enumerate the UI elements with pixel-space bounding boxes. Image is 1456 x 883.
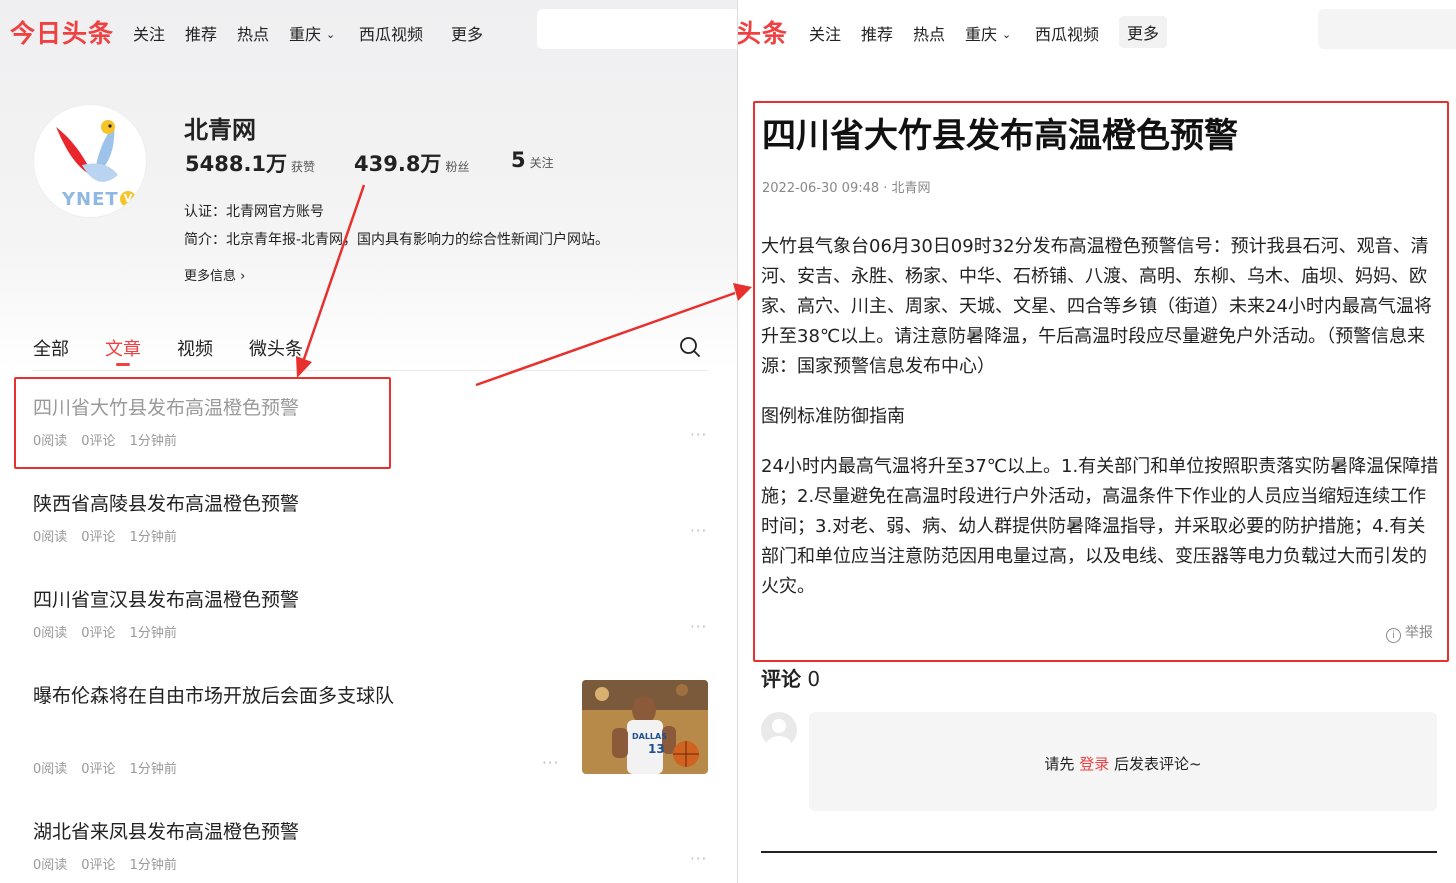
nav-xigua[interactable]: 西瓜视频 bbox=[1035, 21, 1099, 45]
nav-city[interactable]: 重庆 ⌄ bbox=[965, 21, 1011, 45]
toutiao-logo[interactable]: 今日头条 bbox=[10, 14, 114, 50]
article-title[interactable]: 四川省宣汉县发布高温橙色预警 bbox=[33, 585, 299, 612]
article-title[interactable]: 陕西省高陵县发布高温橙色预警 bbox=[33, 489, 299, 516]
prompt-before: 请先 bbox=[1044, 755, 1075, 773]
article-meta: 0阅读 0评论 1分钟前 bbox=[33, 758, 191, 777]
article-item-5[interactable]: 湖北省来凤县发布高温橙色预警 bbox=[33, 817, 299, 844]
publish-time: 1分钟前 bbox=[129, 762, 177, 777]
basketball-player-image bbox=[582, 680, 708, 774]
read-count: 0阅读 bbox=[33, 858, 68, 873]
following-count: 5 bbox=[511, 148, 526, 172]
tab-videos[interactable]: 视频 bbox=[177, 335, 213, 361]
nav-follow[interactable]: 关注 bbox=[133, 21, 165, 45]
nav-hot[interactable]: 热点 bbox=[237, 21, 269, 45]
comment-label: 评论 bbox=[761, 667, 801, 691]
verified-badge-icon: V bbox=[120, 191, 136, 207]
search-icon[interactable] bbox=[679, 336, 701, 358]
following-stat[interactable]: 5 关注 bbox=[511, 148, 554, 172]
search-input[interactable] bbox=[537, 9, 737, 49]
comment-input[interactable]: 请先 登录 后发表评论~ bbox=[809, 712, 1437, 811]
nav-city[interactable]: 重庆 ⌄ bbox=[289, 21, 335, 45]
nav-city-label: 重庆 bbox=[289, 25, 322, 44]
nav-hot[interactable]: 热点 bbox=[913, 21, 945, 45]
certification: 认证：北青网官方账号 bbox=[184, 204, 324, 220]
article-item-2[interactable]: 陕西省高陵县发布高温橙色预警 bbox=[33, 489, 299, 516]
chevron-down-icon: ⌄ bbox=[1002, 28, 1012, 41]
likes-count: 5488.1万 bbox=[185, 152, 288, 176]
comment-count: 0评论 bbox=[81, 530, 116, 545]
article-meta: 0阅读 0评论 1分钟前 bbox=[33, 622, 191, 641]
toutiao-logo-partial[interactable]: 头条 bbox=[738, 14, 788, 50]
comment-count: 0评论 bbox=[81, 858, 116, 873]
login-link[interactable]: 登录 bbox=[1079, 755, 1109, 773]
user-avatar-icon bbox=[761, 712, 797, 748]
article-title[interactable]: 曝布伦森将在自由市场开放后会面多支球队 bbox=[33, 681, 394, 708]
following-label: 关注 bbox=[529, 156, 554, 170]
article-meta: 0阅读 0评论 1分钟前 bbox=[33, 854, 191, 873]
nav-xigua[interactable]: 西瓜视频 bbox=[359, 21, 423, 45]
nav-follow[interactable]: 关注 bbox=[809, 21, 841, 45]
read-count: 0阅读 bbox=[33, 762, 68, 777]
search-input[interactable] bbox=[1318, 9, 1456, 49]
highlight-box-detail bbox=[753, 101, 1449, 662]
nav-more[interactable]: 更多 bbox=[1119, 16, 1168, 48]
comment-count: 0评论 bbox=[81, 762, 116, 777]
highlight-box-article bbox=[14, 377, 391, 469]
more-options-icon[interactable]: ··· bbox=[690, 522, 707, 540]
comment-total: 0 bbox=[807, 667, 821, 691]
fans-stat[interactable]: 439.8万 粉丝 bbox=[354, 148, 469, 178]
article-thumbnail[interactable]: DALLAS 13 bbox=[582, 680, 708, 774]
tab-micro[interactable]: 微头条 bbox=[249, 335, 303, 361]
profile-name: 北青网 bbox=[184, 116, 256, 144]
article-item-4[interactable]: 曝布伦森将在自由市场开放后会面多支球队 bbox=[33, 681, 394, 708]
read-count: 0阅读 bbox=[33, 530, 68, 545]
fans-label: 粉丝 bbox=[445, 160, 470, 174]
more-options-icon[interactable]: ··· bbox=[690, 426, 707, 444]
publish-time: 1分钟前 bbox=[129, 626, 177, 641]
fans-count: 439.8万 bbox=[354, 152, 442, 176]
avatar-text: YNET bbox=[62, 189, 119, 210]
publish-time: 1分钟前 bbox=[129, 858, 177, 873]
intro: 简介：北京青年报-北青网，国内具有影响力的综合性新闻门户网站。 bbox=[184, 232, 610, 248]
nav-city-label: 重庆 bbox=[965, 25, 998, 44]
login-prompt: 请先 登录 后发表评论~ bbox=[809, 753, 1437, 774]
more-options-icon[interactable]: ··· bbox=[690, 618, 707, 636]
likes-stat: 5488.1万 获赞 bbox=[185, 148, 315, 178]
article-meta: 0阅读 0评论 1分钟前 bbox=[33, 526, 191, 545]
jersey-number: 13 bbox=[648, 742, 665, 756]
tabs-divider bbox=[33, 370, 708, 371]
nav-recommend[interactable]: 推荐 bbox=[185, 21, 217, 45]
comment-header: 评论 0 bbox=[761, 663, 820, 692]
avatar: YNET V bbox=[33, 104, 147, 218]
more-options-icon[interactable]: ··· bbox=[542, 754, 559, 772]
nav-recommend[interactable]: 推荐 bbox=[861, 21, 893, 45]
likes-label: 获赞 bbox=[291, 160, 316, 174]
publish-time: 1分钟前 bbox=[129, 530, 177, 545]
tab-all[interactable]: 全部 bbox=[33, 335, 69, 361]
chevron-down-icon: ⌄ bbox=[326, 28, 336, 41]
section-divider bbox=[761, 851, 1437, 853]
more-options-icon[interactable]: ··· bbox=[690, 850, 707, 868]
prompt-after: 后发表评论~ bbox=[1114, 755, 1202, 773]
read-count: 0阅读 bbox=[33, 626, 68, 641]
comment-count: 0评论 bbox=[81, 626, 116, 641]
active-tab-indicator bbox=[116, 363, 130, 366]
jersey-text: DALLAS bbox=[632, 732, 667, 741]
tab-articles[interactable]: 文章 bbox=[105, 335, 141, 361]
nav-more[interactable]: 更多 bbox=[451, 21, 483, 45]
article-title[interactable]: 湖北省来凤县发布高温橙色预警 bbox=[33, 817, 299, 844]
article-item-3[interactable]: 四川省宣汉县发布高温橙色预警 bbox=[33, 585, 299, 612]
more-info-link[interactable]: 更多信息 › bbox=[184, 265, 245, 284]
